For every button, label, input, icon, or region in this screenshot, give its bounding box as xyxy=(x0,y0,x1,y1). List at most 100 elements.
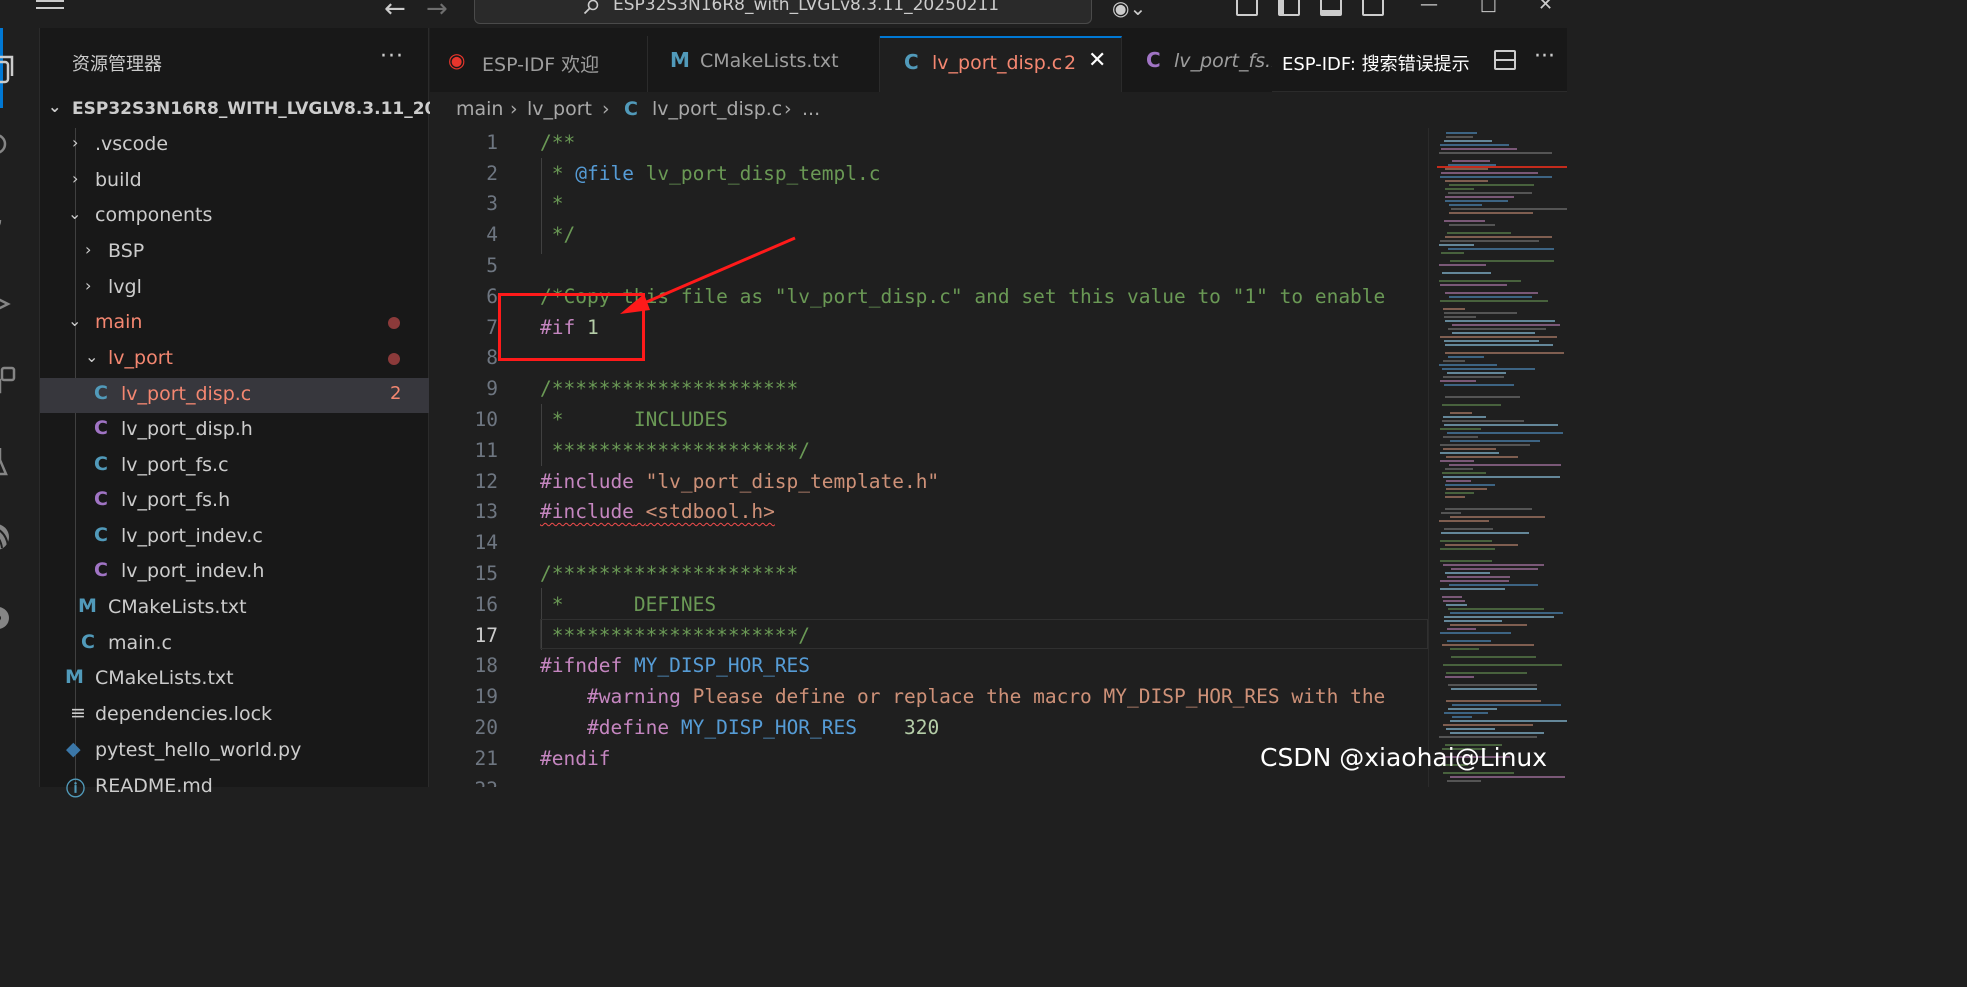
breadcrumb-main[interactable]: main xyxy=(456,98,503,120)
toggle-panel-icon[interactable] xyxy=(1320,0,1342,16)
code-line: #endif xyxy=(540,747,611,770)
tree-item-readme[interactable]: ⓘ README.md xyxy=(40,770,429,805)
tab-lv-port-disp-c[interactable]: C lv_port_disp.c 2 ✕ xyxy=(880,36,1122,92)
minimap-line xyxy=(1449,204,1482,206)
tree-item-components[interactable]: ⌄ components xyxy=(40,199,429,234)
arrow-right-icon[interactable]: → xyxy=(426,0,448,24)
copilot-icon[interactable]: ◉⌄ xyxy=(1112,0,1146,20)
maximize-icon[interactable]: □ xyxy=(1480,0,1497,15)
tree-item-lvgl[interactable]: › lvgl xyxy=(40,271,429,306)
cmake-file-icon: M xyxy=(65,666,84,688)
command-center-search[interactable]: ESP32S3N16R8_with_LVGLv8.3.11_20250211 xyxy=(474,0,1092,24)
close-icon[interactable]: ✕ xyxy=(1088,48,1106,73)
arrow-left-icon[interactable]: ← xyxy=(384,0,406,24)
files-icon[interactable] xyxy=(0,54,16,84)
run-debug-icon[interactable] xyxy=(0,290,16,320)
minimap-line xyxy=(1443,476,1560,478)
tree-item-label: lv_port_disp.c xyxy=(121,383,252,405)
tree-item-lv-port[interactable]: ⌄ lv_port xyxy=(40,342,429,377)
minimap-line xyxy=(1441,252,1464,254)
tree-item-main-cmakelists[interactable]: M CMakeLists.txt xyxy=(40,591,429,626)
minimap-line xyxy=(1447,780,1481,782)
split-editor-icon[interactable] xyxy=(1494,50,1516,70)
platformio-icon[interactable] xyxy=(0,602,16,632)
minimap-line xyxy=(1441,172,1538,174)
code-token: #ifndef xyxy=(540,654,623,677)
minimap-line xyxy=(1443,724,1533,726)
tree-item-main[interactable]: ⌄ main xyxy=(40,306,429,341)
code-token: 320 xyxy=(903,716,940,739)
tree-item-dependencies-lock[interactable]: ≡ dependencies.lock xyxy=(40,698,429,733)
search-icon xyxy=(583,0,599,15)
line-number: 18 xyxy=(474,654,498,677)
tree-item-label: dependencies.lock xyxy=(95,703,273,725)
more-actions-icon[interactable]: ··· xyxy=(1534,44,1555,69)
minimap-line xyxy=(1450,624,1527,626)
source-control-icon[interactable] xyxy=(0,210,16,240)
watermark: CSDN @xiaohai@Linux xyxy=(1260,743,1548,772)
tree-item-vscode[interactable]: › .vscode xyxy=(40,128,429,163)
espressif-icon[interactable] xyxy=(0,522,16,552)
code-line: #warning Please define or replace the ma… xyxy=(540,685,1385,708)
minimap-line xyxy=(1445,508,1532,510)
hamburger-menu-icon[interactable] xyxy=(36,0,64,16)
tree-item-lv-port-disp-c[interactable]: C lv_port_disp.c 2 xyxy=(40,378,429,413)
c-file-icon: C xyxy=(81,631,95,653)
tree-item-lv-port-fs-c[interactable]: C lv_port_fs.c xyxy=(40,449,429,484)
minimap-line xyxy=(1446,700,1541,702)
tree-item-build[interactable]: › build xyxy=(40,164,429,199)
tab-esp-idf-welcome[interactable]: ◉ ESP-IDF 欢迎 xyxy=(430,36,648,92)
tree-item-bsp[interactable]: › BSP xyxy=(40,235,429,270)
toggle-sidebar-icon[interactable] xyxy=(1278,0,1300,16)
tab-label: lv_port_disp.c xyxy=(932,52,1063,74)
toggle-secondary-sidebar-icon[interactable] xyxy=(1362,0,1384,16)
tree-item-lv-port-fs-h[interactable]: C lv_port_fs.h xyxy=(40,484,429,519)
esp-idf-error-hints-button[interactable]: ESP-IDF: 搜索错误提示 xyxy=(1282,50,1470,76)
explorer-root[interactable]: ⌄ ESP32S3N16R8_WITH_LVGLV8.3.11_202... xyxy=(40,92,468,127)
minimap-line xyxy=(1450,720,1567,722)
minimap-line xyxy=(1445,544,1518,546)
tree-item-pytest[interactable]: ◆ pytest_hello_world.py xyxy=(40,734,429,769)
minimap-line xyxy=(1445,180,1488,182)
window-close-icon[interactable]: ✕ xyxy=(1538,0,1553,15)
line-number: 6 xyxy=(486,285,498,308)
tree-item-lv-port-disp-h[interactable]: C lv_port_disp.h xyxy=(40,413,429,448)
code-line: #ifndef MY_DISP_HOR_RES xyxy=(540,654,810,677)
minimap-line xyxy=(1452,160,1490,162)
minimap-line xyxy=(1452,324,1560,326)
testing-icon[interactable] xyxy=(0,446,16,476)
minimap-line xyxy=(1445,496,1465,498)
activity-bar xyxy=(0,28,40,787)
tree-item-lv-port-indev-c[interactable]: C lv_port_indev.c xyxy=(40,520,429,555)
breadcrumb-symbol[interactable]: ... xyxy=(802,98,820,120)
minimap-line xyxy=(1446,604,1467,606)
tab-cmakelists[interactable]: M CMakeLists.txt xyxy=(648,36,880,92)
minimize-icon[interactable]: — xyxy=(1420,0,1438,15)
line-number: 3 xyxy=(486,192,498,215)
tree-item-main-c[interactable]: C main.c xyxy=(40,627,429,662)
code-token: #warning xyxy=(586,685,681,708)
breadcrumb-file[interactable]: lv_port_disp.c xyxy=(652,98,782,120)
minimap-line xyxy=(1444,528,1493,530)
layout-customize-icon[interactable] xyxy=(1236,0,1258,16)
code-token: Please define or replace the macro MY_DI… xyxy=(692,685,1386,708)
tree-item-lv-port-indev-h[interactable]: C lv_port_indev.h xyxy=(40,555,429,590)
extensions-icon[interactable] xyxy=(0,366,16,396)
breadcrumb-lv-port[interactable]: lv_port xyxy=(527,98,592,120)
search-icon[interactable] xyxy=(0,132,16,162)
minimap-line xyxy=(1443,448,1496,450)
minimap-line xyxy=(1446,728,1495,730)
line-number: 7 xyxy=(486,316,498,339)
minimap-line xyxy=(1443,416,1486,418)
tab-problem-badge: 2 xyxy=(1064,52,1077,74)
minimap-line xyxy=(1439,364,1497,366)
more-actions-icon[interactable]: ··· xyxy=(380,44,404,69)
minimap[interactable] xyxy=(1428,128,1567,787)
minimap-line xyxy=(1450,776,1565,778)
code-line: #define MY_DISP_HOR_RES 320 xyxy=(540,716,939,739)
code-line: * INCLUDES xyxy=(540,408,728,431)
code-editor[interactable]: 1 2 3 4 5 6 7 8 9 10 11 12 13 14 15 16 1… xyxy=(430,128,1428,787)
code-token: #include xyxy=(540,470,634,493)
tab-lv-port-fs-h[interactable]: C lv_port_fs.h xyxy=(1122,36,1272,92)
tree-item-root-cmakelists[interactable]: M CMakeLists.txt xyxy=(40,662,429,697)
